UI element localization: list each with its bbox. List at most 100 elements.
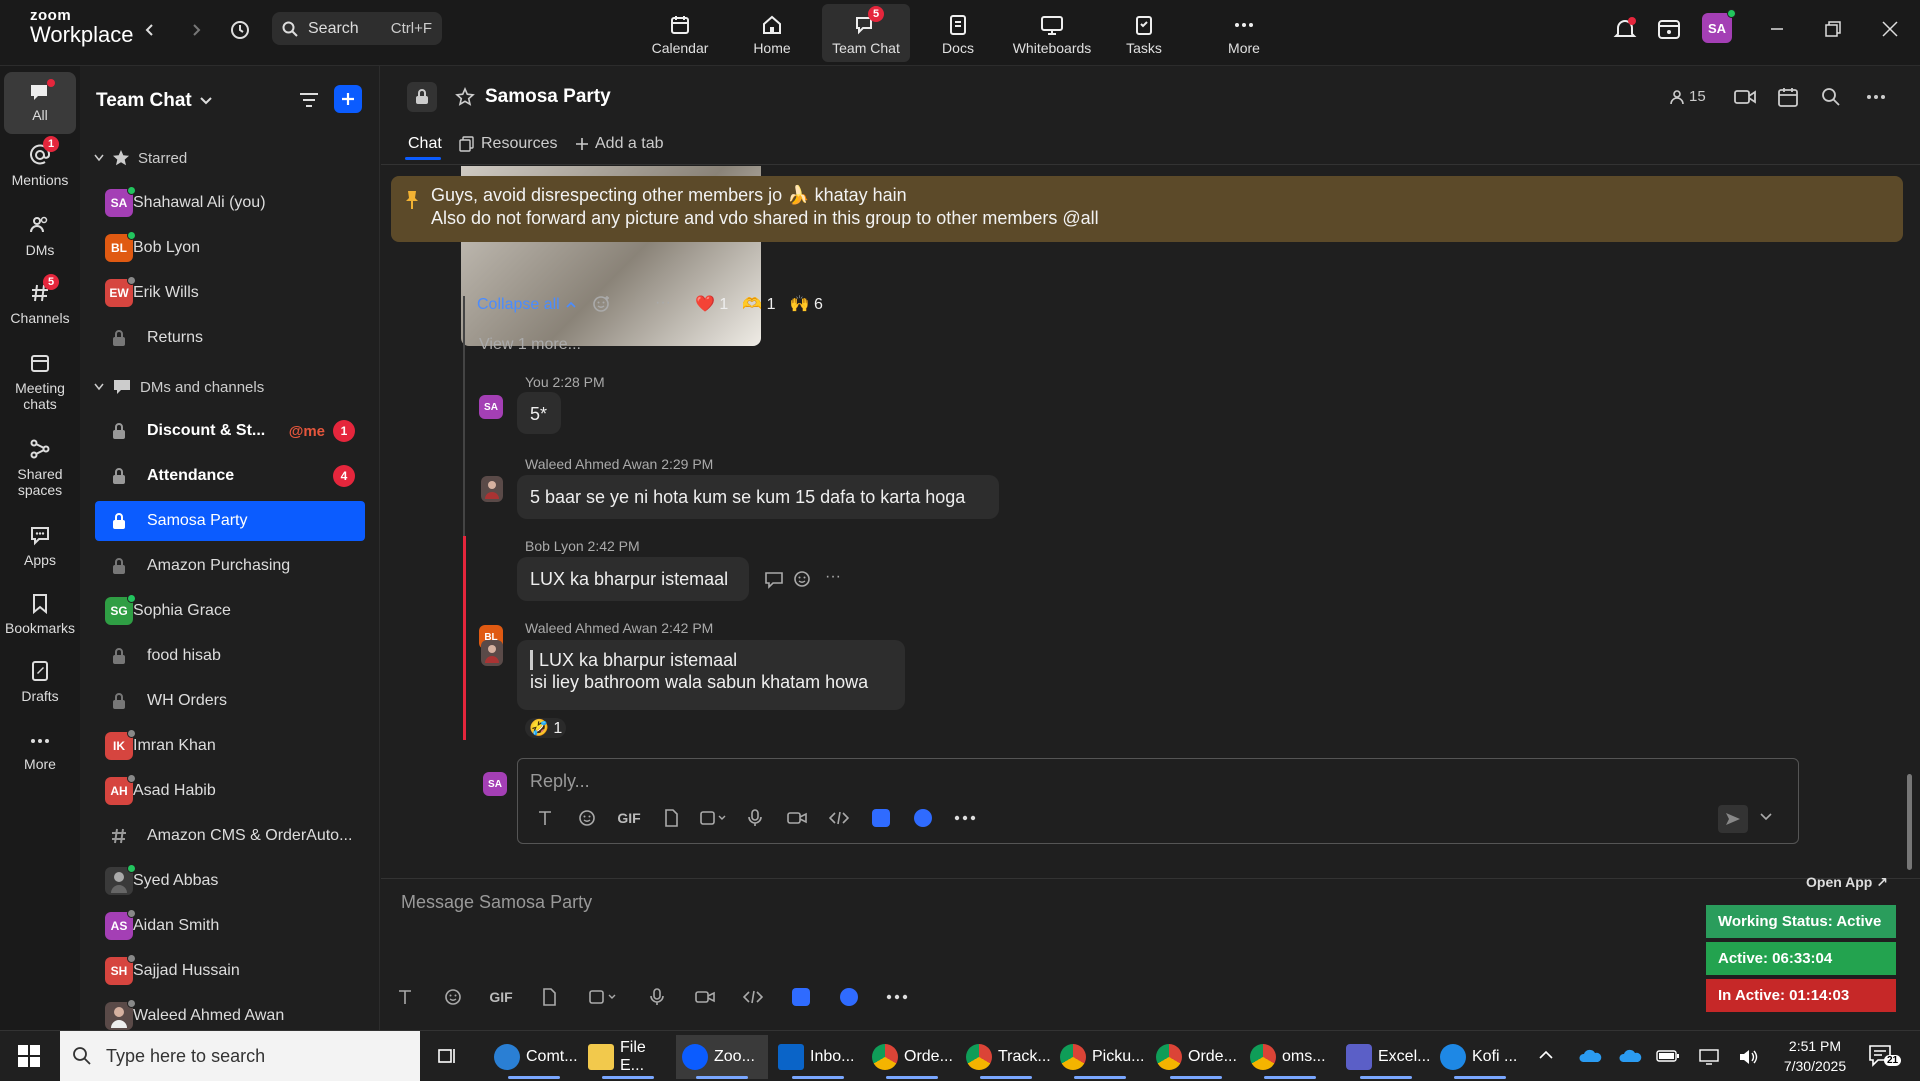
scrollbar[interactable] xyxy=(1905,166,1915,922)
notification-center-icon[interactable]: 21 xyxy=(1868,1043,1902,1069)
filter-icon[interactable] xyxy=(298,90,320,110)
more-options-icon[interactable] xyxy=(1865,87,1887,107)
taskbar-app[interactable]: Orde... xyxy=(866,1035,958,1079)
code-snippet-icon[interactable] xyxy=(818,810,860,826)
rail-more[interactable]: More xyxy=(4,730,76,772)
history-icon[interactable] xyxy=(226,16,254,44)
message-input[interactable]: Message Samosa Party xyxy=(401,892,592,913)
add-reaction-icon[interactable] xyxy=(793,569,813,589)
onedrive-icon[interactable] xyxy=(1618,1049,1642,1063)
back-arrow-icon[interactable] xyxy=(136,16,164,44)
taskbar-app[interactable]: Picku... xyxy=(1054,1035,1146,1079)
message-more-icon[interactable]: ··· xyxy=(825,568,841,586)
sidebar-item-sajjad-hussain[interactable]: SH Sajjad Hussain xyxy=(95,951,365,991)
battery-icon[interactable] xyxy=(1656,1048,1680,1064)
sidebar-item-returns[interactable]: Returns xyxy=(95,318,365,358)
app-icon-2[interactable] xyxy=(902,809,944,827)
reaction-chip[interactable]: 🫶 1 xyxy=(742,294,775,314)
tab-chat[interactable]: Chat xyxy=(408,135,442,153)
open-app-link[interactable]: Open App ↗ xyxy=(1806,874,1888,891)
thread-more-icon[interactable]: ··· xyxy=(655,294,671,312)
sidebar-item-erik-wills[interactable]: EW Erik Wills xyxy=(95,273,365,313)
format-text-icon[interactable] xyxy=(524,810,566,826)
schedule-icon[interactable] xyxy=(1777,86,1799,108)
format-text-icon[interactable] xyxy=(381,989,429,1005)
message-bubble[interactable]: LUX ka bharpur istemaal xyxy=(517,557,749,601)
reaction-chip[interactable]: ❤️ 1 xyxy=(695,294,728,314)
sidebar-item-wh-orders[interactable]: WH Orders xyxy=(95,681,365,721)
star-outline-icon[interactable] xyxy=(455,87,475,107)
taskbar-app[interactable]: File E... xyxy=(582,1035,674,1079)
screenshot-icon[interactable] xyxy=(692,810,734,826)
sidebar-item-aidan-smith[interactable]: AS Aidan Smith xyxy=(95,906,365,946)
send-options-chevron-icon[interactable] xyxy=(1760,813,1772,821)
rail-drafts[interactable]: Drafts xyxy=(4,660,76,704)
section-dms-and-channels[interactable]: DMs and channels xyxy=(94,378,264,396)
nav-more[interactable]: More xyxy=(1200,4,1288,62)
rail-apps[interactable]: Apps xyxy=(4,524,76,568)
windows-start-icon[interactable] xyxy=(18,1045,40,1067)
sidebar-title[interactable]: Team Chat xyxy=(96,90,212,112)
code-snippet-icon[interactable] xyxy=(729,989,777,1005)
search-icon[interactable] xyxy=(1821,87,1841,107)
file-icon[interactable] xyxy=(650,809,692,827)
sidebar-item-amazon-purchasing[interactable]: Amazon Purchasing xyxy=(95,546,365,586)
rail-mentions[interactable]: 1 Mentions xyxy=(4,136,76,188)
taskbar-app[interactable]: Excel... xyxy=(1340,1035,1432,1079)
taskbar-app[interactable]: Orde... xyxy=(1150,1035,1242,1079)
rail-meeting-chats[interactable]: Meeting chats xyxy=(4,352,76,412)
emoji-icon[interactable] xyxy=(429,988,477,1006)
microphone-icon[interactable] xyxy=(633,988,681,1006)
sidebar-item-sophia-grace[interactable]: SG Sophia Grace xyxy=(95,591,365,631)
sidebar-item-attendance[interactable]: Attendance 4 xyxy=(95,456,365,496)
reaction-chip[interactable]: 🙌 6 xyxy=(790,294,823,314)
nav-docs[interactable]: Docs xyxy=(914,4,1002,62)
user-avatar[interactable]: SA xyxy=(1702,9,1736,43)
rail-channels[interactable]: 5 Channels xyxy=(4,274,76,326)
rail-dms[interactable]: DMs xyxy=(4,214,76,258)
gif-button[interactable]: GIF xyxy=(477,989,525,1005)
emoji-icon[interactable] xyxy=(566,809,608,827)
taskbar-app[interactable]: Inbo... xyxy=(772,1035,864,1079)
reaction-chip[interactable]: 🤣 1 xyxy=(525,718,567,738)
message-bubble[interactable]: 5 baar se ye ni hota kum se kum 15 dafa … xyxy=(517,475,999,519)
send-button[interactable] xyxy=(1718,805,1748,833)
sidebar-item-syed-abbas[interactable]: Syed Abbas xyxy=(95,861,365,901)
calendar-status-icon[interactable] xyxy=(1656,16,1682,42)
sidebar-item-discount[interactable]: Discount & St... @me 1 xyxy=(95,411,365,451)
sidebar-item-bob-lyon[interactable]: BL Bob Lyon xyxy=(95,228,365,268)
more-tools-icon[interactable] xyxy=(944,815,986,821)
restore-button[interactable] xyxy=(1818,14,1848,44)
onedrive-icon[interactable] xyxy=(1578,1049,1602,1063)
message-bubble[interactable]: 5* xyxy=(517,392,561,434)
chevron-up-icon[interactable] xyxy=(1538,1047,1554,1063)
gif-button[interactable]: GIF xyxy=(608,810,650,826)
video-message-icon[interactable] xyxy=(776,810,818,826)
rail-all[interactable]: All xyxy=(4,72,76,134)
video-call-icon[interactable] xyxy=(1733,87,1757,107)
notification-bell-icon[interactable] xyxy=(1612,16,1638,42)
forward-arrow-icon[interactable] xyxy=(182,16,210,44)
task-view-icon[interactable] xyxy=(436,1045,458,1067)
tab-resources[interactable]: Resources xyxy=(459,135,557,153)
taskbar-app[interactable]: Comt... xyxy=(488,1035,580,1079)
avatar[interactable] xyxy=(481,476,503,502)
taskbar-clock[interactable]: 2:51 PM 7/30/2025 xyxy=(1772,1036,1858,1076)
sidebar-item-asad-habib[interactable]: AH Asad Habib xyxy=(95,771,365,811)
global-search-box[interactable]: Search Ctrl+F xyxy=(272,12,442,45)
nav-whiteboards[interactable]: Whiteboards xyxy=(1008,4,1096,62)
pinned-message-banner[interactable]: Guys, avoid disrespecting other members … xyxy=(391,176,1903,242)
members-button[interactable]: 15 xyxy=(1669,88,1706,105)
file-icon[interactable] xyxy=(525,988,573,1006)
nav-tasks[interactable]: Tasks xyxy=(1100,4,1188,62)
network-icon[interactable] xyxy=(1698,1048,1720,1066)
rail-shared-spaces[interactable]: Shared spaces xyxy=(4,438,76,498)
taskbar-search-box[interactable]: Type here to search xyxy=(60,1031,420,1081)
app-icon-1[interactable] xyxy=(860,809,902,827)
section-starred[interactable]: Starred xyxy=(94,149,187,167)
microphone-icon[interactable] xyxy=(734,809,776,827)
app-icon-2[interactable] xyxy=(825,988,873,1006)
view-more-link[interactable]: View 1 more... xyxy=(479,336,581,354)
rail-bookmarks[interactable]: Bookmarks xyxy=(4,592,76,636)
taskbar-app[interactable]: Zoo... xyxy=(676,1035,768,1079)
